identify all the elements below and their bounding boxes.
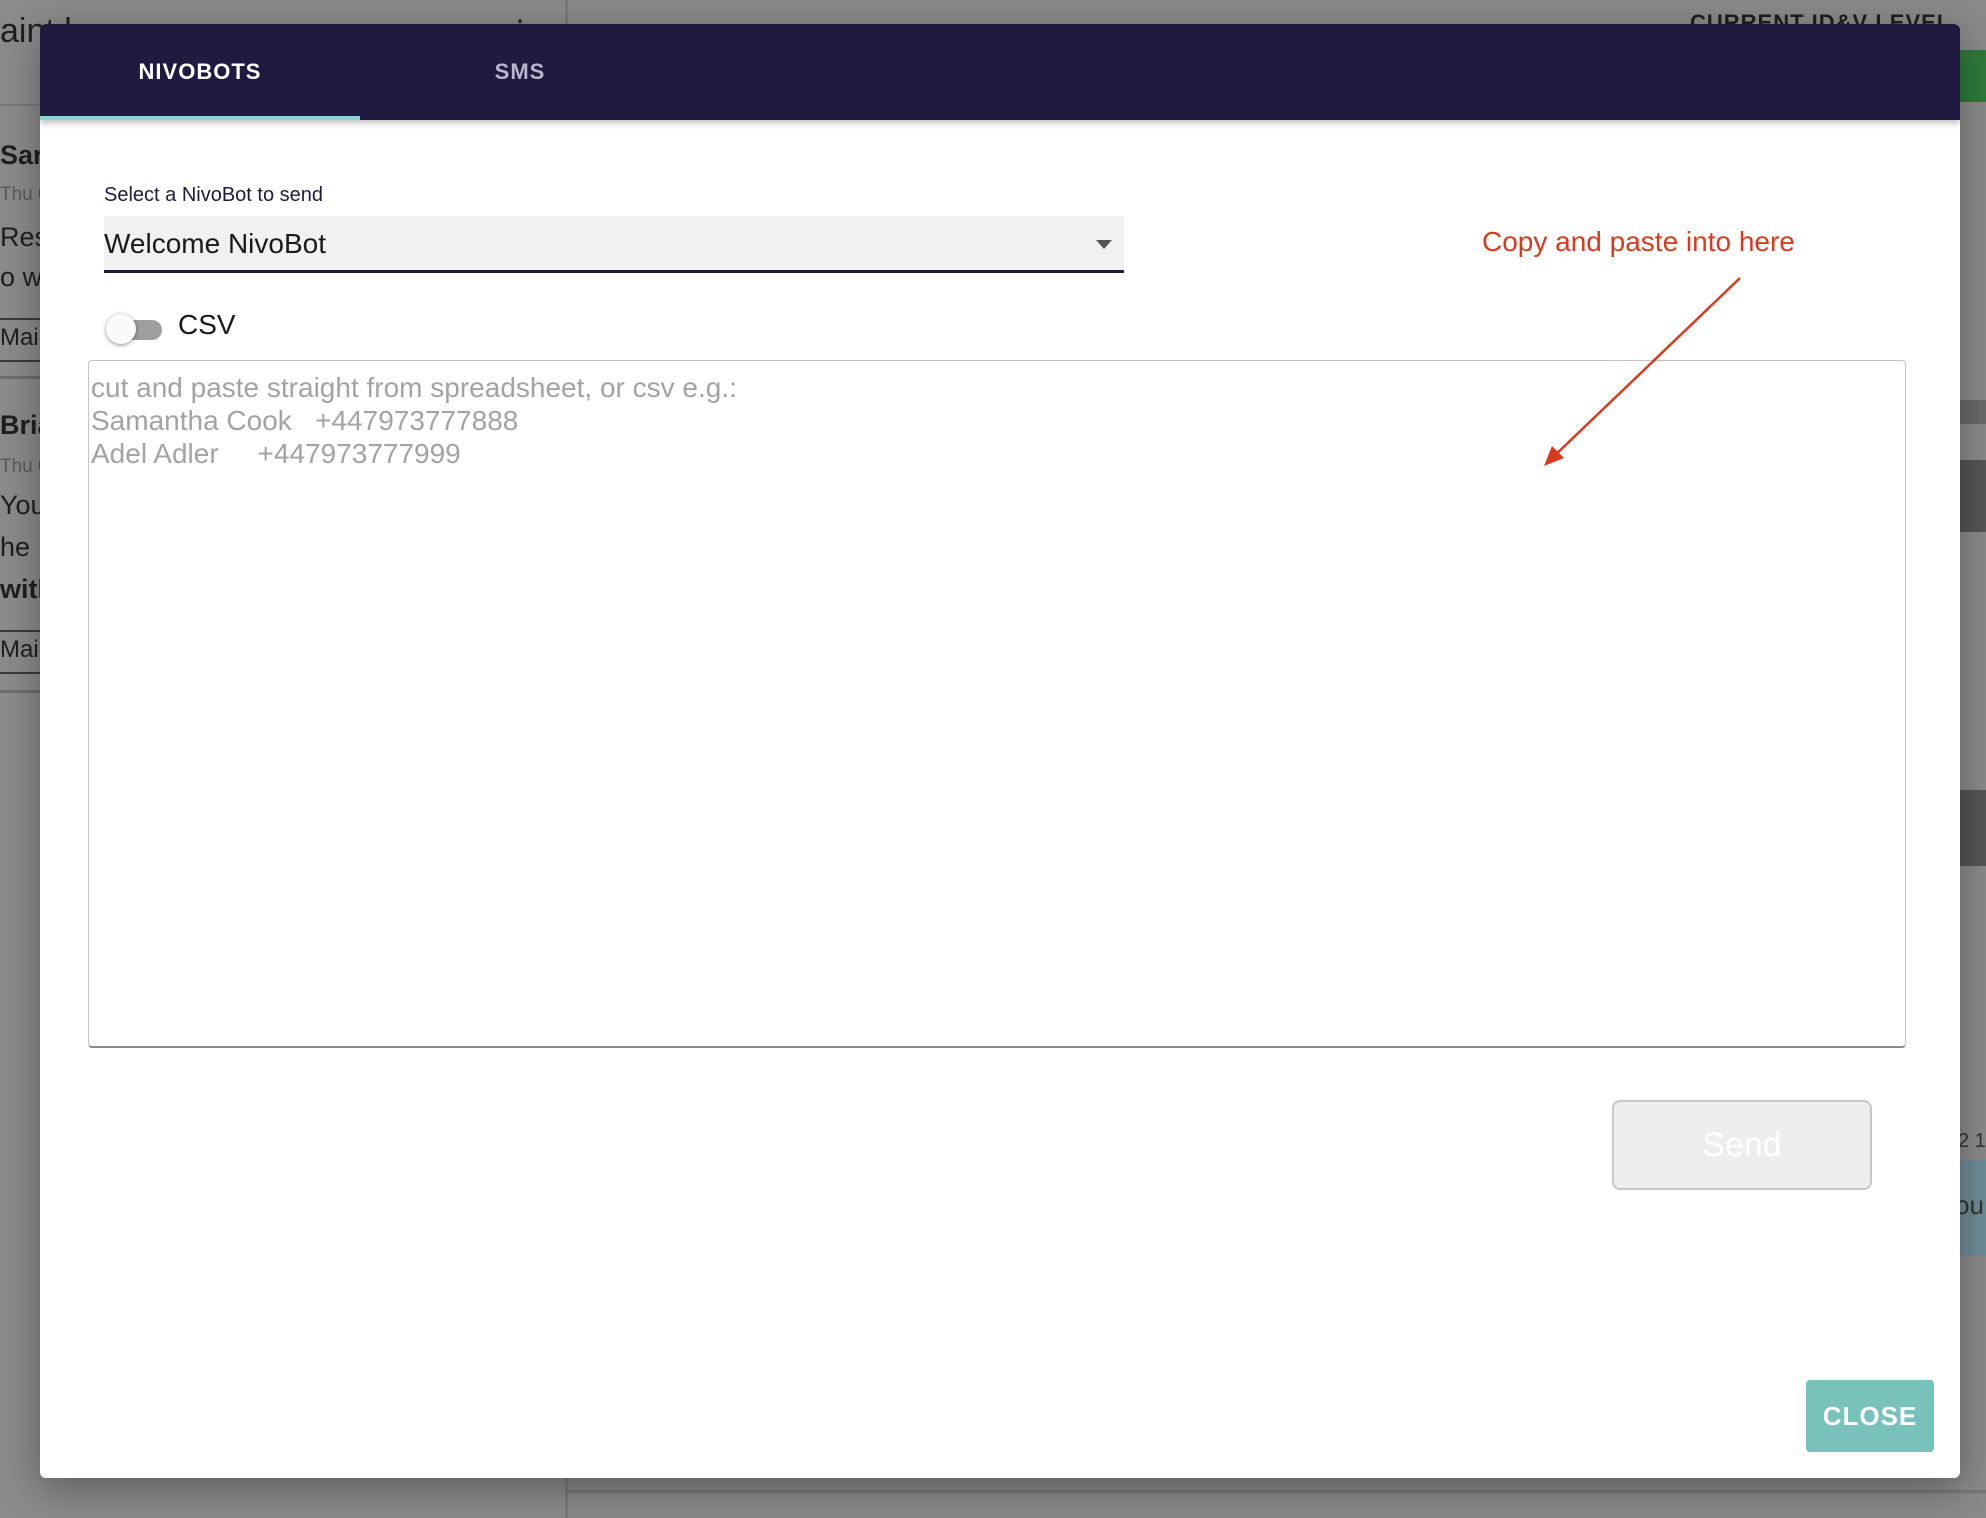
active-tab-indicator bbox=[40, 116, 360, 120]
background-block bbox=[1958, 790, 1986, 866]
send-button[interactable]: Send bbox=[1612, 1100, 1872, 1190]
background-block bbox=[1958, 400, 1986, 424]
background-block bbox=[1958, 460, 1986, 532]
tab-nivobots[interactable]: NIVOBOTS bbox=[40, 24, 360, 120]
background-side-text: 2 1 bbox=[1958, 1130, 1986, 1152]
close-button[interactable]: CLOSE bbox=[1806, 1380, 1934, 1452]
nivobot-select-value: Welcome NivoBot bbox=[104, 228, 327, 259]
nivobot-select-label: Select a NivoBot to send bbox=[104, 184, 324, 206]
tab-sms[interactable]: SMS bbox=[360, 24, 680, 120]
csv-toggle[interactable] bbox=[106, 314, 164, 344]
annotation-arrow-icon bbox=[1544, 277, 1741, 466]
send-nivobot-dialog: NIVOBOTS SMS Select a NivoBot to send We… bbox=[40, 24, 1960, 1478]
csv-toggle-label: CSV bbox=[178, 309, 236, 340]
nivobot-select[interactable]: Welcome NivoBot bbox=[104, 216, 1124, 273]
toggle-knob bbox=[106, 314, 136, 344]
background-card-text: You bbox=[0, 490, 46, 520]
background-card-text: o w bbox=[0, 262, 43, 292]
background-card-text: he bbox=[0, 532, 31, 562]
dialog-tab-bar: NIVOBOTS SMS bbox=[40, 24, 1960, 120]
background-line bbox=[565, 1490, 1986, 1493]
chevron-down-icon bbox=[1096, 240, 1112, 249]
annotation-text: Copy and paste into here bbox=[1482, 226, 1795, 257]
